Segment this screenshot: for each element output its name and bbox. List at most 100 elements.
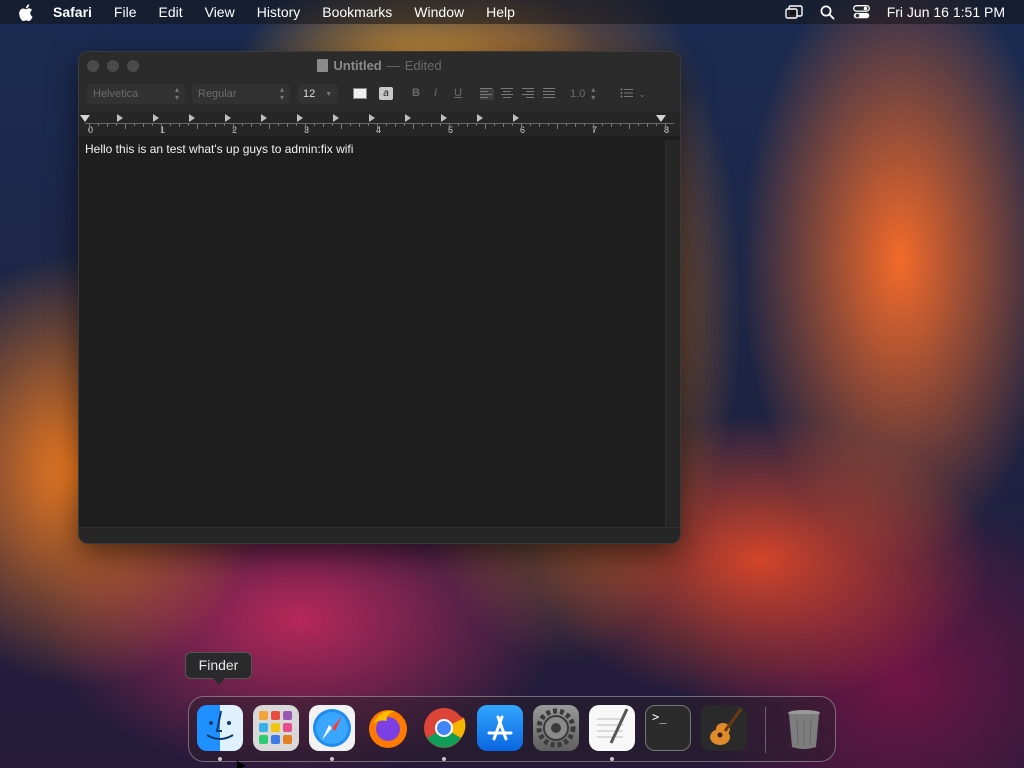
list-bullets-popup[interactable]: ⌄ [620,84,652,104]
running-indicator [442,757,446,761]
italic-button[interactable]: I [434,87,437,99]
ruler-tick [377,123,378,133]
line-spacing-value: 1.0 [570,88,586,100]
document-text-area[interactable]: Hello this is an test what's up guys to … [79,140,667,527]
garageband-icon[interactable] [701,705,747,751]
document-icon[interactable] [317,59,329,72]
menu-edit[interactable]: Edit [158,0,182,24]
ruler-tick [629,123,630,129]
align-center-icon[interactable] [501,88,515,100]
menu-file[interactable]: File [114,0,137,24]
search-icon[interactable] [819,4,837,20]
ruler-tick [314,123,315,126]
ruler[interactable]: 0 1 2 3 4 5 6 7 8 [79,112,680,136]
ruler-tick [296,123,297,126]
ruler-tick [233,123,234,133]
ruler-tick [341,123,342,129]
menu-bookmarks[interactable]: Bookmarks [322,0,392,24]
tab-stop-marker[interactable] [153,114,159,122]
ruler-tick [188,123,189,126]
ruler-tick [287,123,288,127]
ruler-tick [638,123,639,126]
running-indicator [610,757,614,761]
ruler-tick [359,123,360,127]
ruler-tick [422,123,423,126]
finder-icon[interactable] [197,705,243,751]
ruler-tick [485,123,486,129]
ruler-tick [134,123,135,126]
ruler-tick [494,123,495,126]
trash-icon[interactable] [781,705,827,751]
tab-stop-marker[interactable] [513,114,519,122]
chevron-down-icon: ⌄ [639,89,646,99]
textedit-icon[interactable] [589,705,635,751]
tab-stop-marker[interactable] [333,114,339,122]
app-store-icon[interactable] [477,705,523,751]
font-style-popup[interactable]: Regular ▴ ▾ [192,84,290,104]
ruler-tick [593,123,594,133]
menu-app-name[interactable]: Safari [53,0,92,24]
ruler-tick [440,123,441,126]
terminal-icon[interactable]: >_ [645,705,691,751]
menu-help[interactable]: Help [486,0,515,24]
ruler-tick [458,123,459,126]
align-right-icon[interactable] [522,88,536,100]
font-family-popup[interactable]: Helvetica ▴ ▾ [87,84,185,104]
window-titlebar[interactable]: Untitled — Edited Helvetica ▴ ▾ Regular ▴… [79,52,680,136]
apple-menu-icon[interactable] [18,0,34,24]
line-spacing-popup[interactable]: 1.0 ▴ ▾ [570,84,606,104]
ruler-tick [548,123,549,126]
window-title-text[interactable]: Untitled [333,58,381,73]
menu-history[interactable]: History [257,0,301,24]
vertical-scrollbar[interactable] [665,140,680,527]
updown-icon: ▴ ▾ [174,85,179,102]
first-line-indent-marker[interactable] [80,115,90,122]
firefox-icon[interactable] [365,705,411,751]
horizontal-scrollbar[interactable] [79,527,680,543]
align-left-icon[interactable] [480,88,494,100]
right-indent-marker[interactable] [656,115,666,122]
menu-bar: Safari File Edit View History Bookmarks … [0,0,1024,24]
title-separator: — [386,58,400,73]
bold-button[interactable]: B [412,87,420,99]
tab-stop-marker[interactable] [297,114,303,122]
ruler-tick [557,123,558,129]
ruler-tick [350,123,351,126]
ruler-tick [665,123,666,133]
ruler-tick [431,123,432,127]
font-size-combo[interactable]: 12 ▼ [298,84,338,104]
safari-icon[interactable] [309,705,355,751]
ruler-tick [107,123,108,127]
ruler-tick [521,123,522,133]
menu-bar-clock[interactable]: Fri Jun 16 1:51 PM [887,4,1005,20]
tab-stop-marker[interactable] [405,114,411,122]
dock-separator [765,707,766,753]
tab-stop-marker[interactable] [369,114,375,122]
text-color-well[interactable] [353,88,367,99]
tab-stop-marker[interactable] [441,114,447,122]
tab-stop-marker[interactable] [225,114,231,122]
ruler-tick [152,123,153,126]
ruler-tick [98,123,99,126]
tab-stop-marker[interactable] [261,114,267,122]
menu-window[interactable]: Window [414,0,464,24]
ruler-tick [332,123,333,126]
chrome-icon[interactable] [421,705,467,751]
ruler-tick [656,123,657,126]
align-justify-icon[interactable] [543,88,557,100]
tab-stop-marker[interactable] [477,114,483,122]
tab-stop-marker[interactable] [189,114,195,122]
dock-tooltip: Finder [185,652,252,685]
control-center-icon[interactable] [853,4,871,20]
updown-icon: ▴ ▾ [591,85,596,102]
menu-view[interactable]: View [205,0,235,24]
highlight-color-well[interactable]: a [379,87,393,100]
screen-mirroring-icon[interactable] [785,4,803,20]
system-settings-icon[interactable] [533,705,579,751]
ruler-tick [251,123,252,127]
launchpad-icon[interactable] [253,705,299,751]
ruler-tick [413,123,414,129]
tab-stop-marker[interactable] [117,114,123,122]
underline-button[interactable]: U [454,87,462,99]
window-title: Untitled — Edited [79,58,680,73]
